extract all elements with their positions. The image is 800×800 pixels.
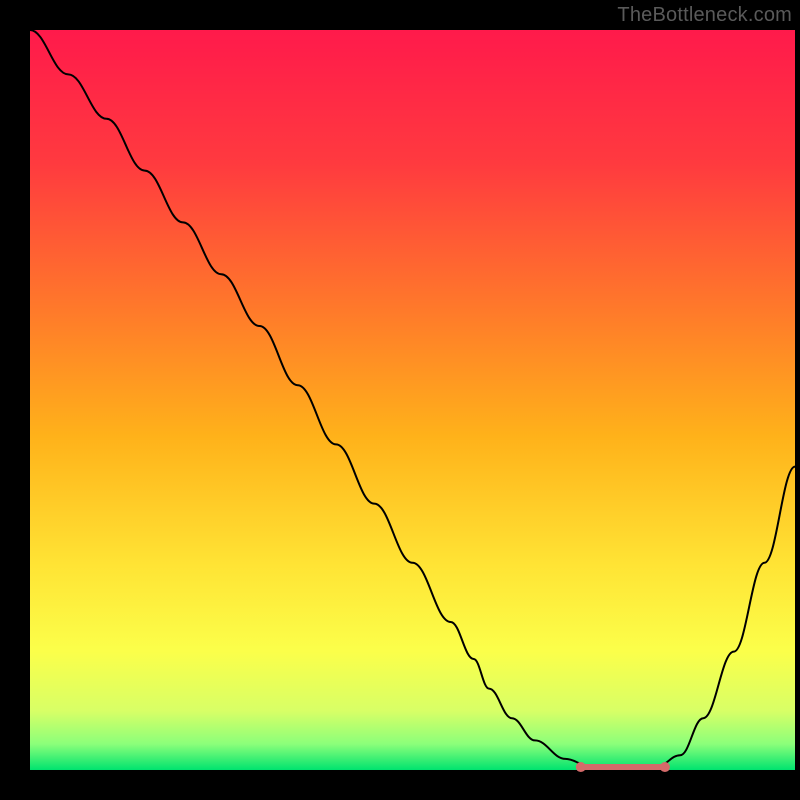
watermark-text: TheBottleneck.com (617, 4, 792, 27)
chart-canvas: TheBottleneck.com (0, 0, 800, 800)
optimal-range-end-dot (660, 762, 670, 772)
optimal-range-start-dot (576, 762, 586, 772)
gradient-background (30, 30, 795, 770)
curve-chart (0, 0, 800, 800)
